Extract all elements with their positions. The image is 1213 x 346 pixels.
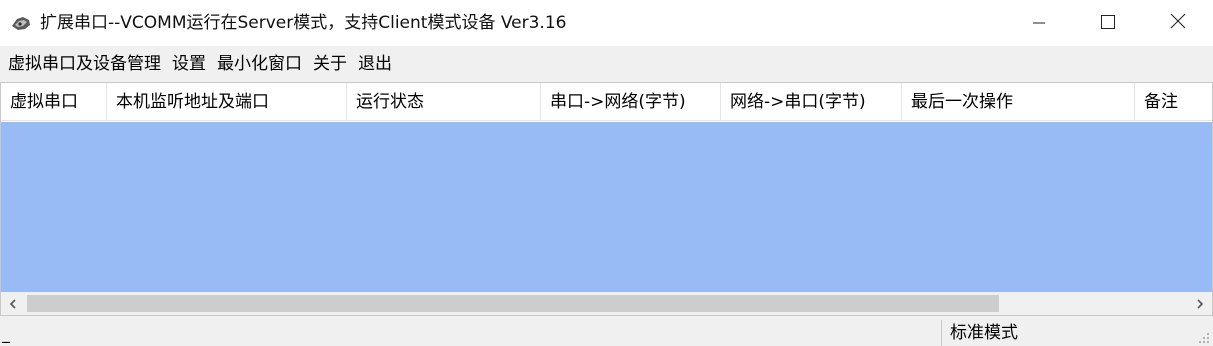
app-window: 扩展串口--VCOMM运行在Server模式，支持Client模式设备 Ver3… [0, 0, 1213, 346]
minimize-button[interactable] [1004, 0, 1074, 46]
port-list[interactable]: 虚拟串口 本机监听地址及端口 运行状态 串口->网络(字节) 网络->串口(字节… [0, 82, 1213, 316]
table-header: 虚拟串口 本机监听地址及端口 运行状态 串口->网络(字节) 网络->串口(字节… [1, 83, 1212, 121]
column-header-virtual-port[interactable]: 虚拟串口 [1, 83, 107, 121]
menu-settings[interactable]: 设置 [168, 46, 210, 82]
menu-minimize-window[interactable]: 最小化窗口 [213, 46, 306, 82]
close-button[interactable] [1143, 0, 1213, 46]
column-header-network-to-serial[interactable]: 网络->串口(字节) [721, 83, 902, 121]
menu-exit[interactable]: 退出 [354, 46, 396, 82]
column-header-serial-to-network[interactable]: 串口->网络(字节) [541, 83, 721, 121]
menu-device-management[interactable]: 虚拟串口及设备管理 [4, 46, 165, 82]
status-divider [941, 320, 942, 346]
menu-bar: 虚拟串口及设备管理 设置 最小化窗口 关于 退出 [0, 46, 1213, 82]
list-body[interactable] [1, 122, 1212, 292]
column-header-remarks[interactable]: 备注 [1135, 83, 1212, 121]
chevron-left-icon [9, 294, 17, 313]
window-title: 扩展串口--VCOMM运行在Server模式，支持Client模式设备 Ver3… [40, 13, 567, 33]
chevron-right-icon [1196, 294, 1204, 313]
title-bar[interactable]: 扩展串口--VCOMM运行在Server模式，支持Client模式设备 Ver3… [0, 0, 1213, 46]
maximize-icon [1101, 14, 1115, 33]
maximize-button[interactable] [1073, 0, 1143, 46]
app-logo-icon [10, 13, 32, 33]
minimize-icon [1033, 14, 1045, 33]
status-bar: _ 标准模式 [0, 316, 1213, 346]
column-header-last-operation[interactable]: 最后一次操作 [902, 83, 1135, 121]
column-header-run-status[interactable]: 运行状态 [347, 83, 541, 121]
horizontal-scrollbar[interactable] [1, 292, 1212, 315]
resize-grip-icon[interactable] [1197, 330, 1211, 344]
close-icon [1170, 13, 1186, 33]
column-header-listen-address[interactable]: 本机监听地址及端口 [107, 83, 347, 121]
scroll-thumb[interactable] [27, 295, 999, 312]
menu-about[interactable]: 关于 [309, 46, 351, 82]
scroll-right-button[interactable] [1188, 292, 1212, 315]
status-mode: 标准模式 [950, 323, 1018, 343]
scroll-left-button[interactable] [1, 292, 25, 315]
status-message: _ [2, 324, 10, 343]
